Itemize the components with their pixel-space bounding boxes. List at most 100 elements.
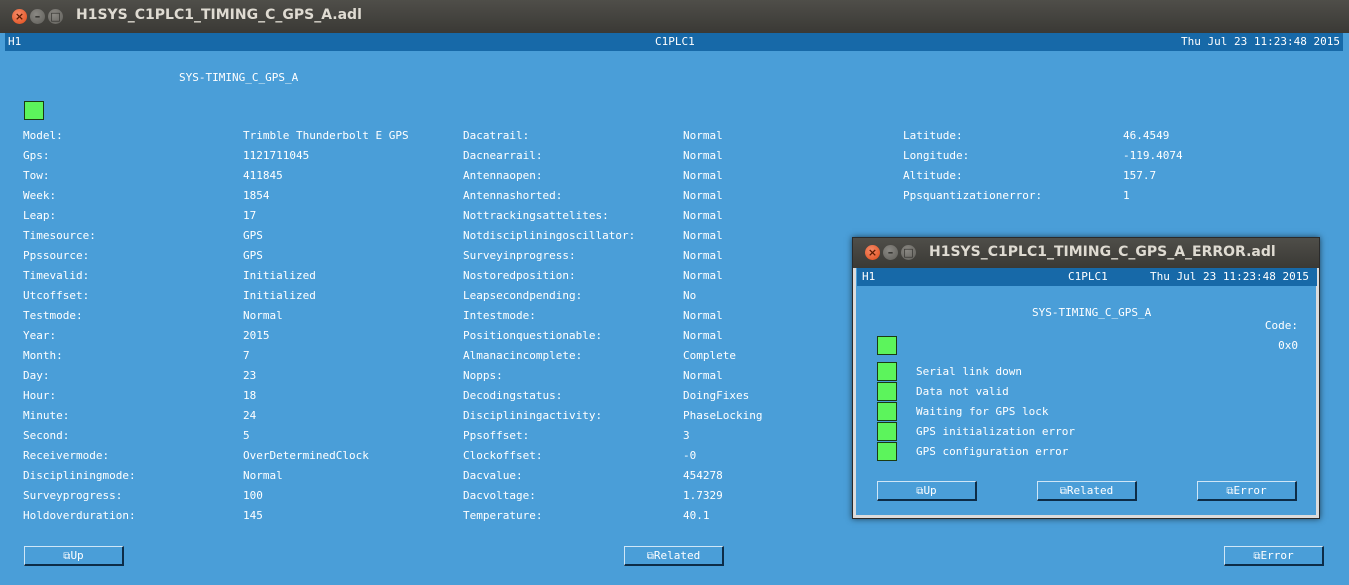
- window-title: H1SYS_C1PLC1_TIMING_C_GPS_A.adl: [76, 7, 362, 23]
- minimize-icon[interactable]: –: [883, 245, 898, 260]
- field-label: Notdiscipliningoscillator:: [463, 229, 636, 242]
- up-button[interactable]: ⧉Up: [877, 481, 977, 501]
- header-datetime: Thu Jul 23 11:23:48 2015: [1181, 35, 1340, 48]
- field-value: GPS: [243, 249, 263, 262]
- field-label: Second:: [23, 429, 70, 442]
- error-label: GPS initialization error: [916, 425, 1075, 438]
- field-value: 23: [243, 369, 257, 382]
- field-label: Almanacincomplete:: [463, 349, 583, 362]
- field-label: Discipliningmode:: [23, 469, 136, 482]
- maximize-icon[interactable]: □: [48, 9, 63, 24]
- field-value: 1.7329: [683, 489, 723, 502]
- field-value: 2015: [243, 329, 270, 342]
- field-value: DoingFixes: [683, 389, 750, 402]
- field-value: Normal: [683, 309, 723, 322]
- field-value: PhaseLocking: [683, 409, 763, 422]
- field-value: 7: [243, 349, 250, 362]
- field-label: Nopps:: [463, 369, 503, 382]
- field-value: Normal: [683, 369, 723, 382]
- minimize-icon[interactable]: –: [30, 9, 45, 24]
- up-button[interactable]: ⧉Up: [24, 546, 124, 566]
- related-display-icon: ⧉: [1226, 486, 1234, 497]
- summary-led: [877, 336, 897, 355]
- close-icon[interactable]: ×: [12, 9, 27, 24]
- field-value: Complete: [683, 349, 736, 362]
- header-site: H1: [862, 270, 876, 283]
- field-value: GPS: [243, 229, 263, 242]
- error-button[interactable]: ⧉Error: [1224, 546, 1324, 566]
- field-label: Positionquestionable:: [463, 329, 603, 342]
- field-label: Timevalid:: [23, 269, 90, 282]
- field-value: 3: [683, 429, 690, 442]
- error-led: [877, 362, 897, 381]
- field-label: Ppsquantizationerror:: [903, 189, 1043, 202]
- error-header-bar: H1 C1PLC1 Thu Jul 23 11:23:48 2015: [857, 268, 1317, 286]
- field-value: Normal: [243, 469, 283, 482]
- field-label: Timesource:: [23, 229, 96, 242]
- field-label: Ppssource:: [23, 249, 90, 262]
- field-value: Normal: [683, 329, 723, 342]
- field-label: Holdoverduration:: [23, 509, 136, 522]
- header-datetime: Thu Jul 23 11:23:48 2015: [1150, 270, 1309, 283]
- error-titlebar[interactable]: × – □ H1SYS_C1PLC1_TIMING_C_GPS_A_ERROR.…: [853, 238, 1319, 268]
- field-label: Year:: [23, 329, 57, 342]
- error-screen-title: SYS-TIMING_C_GPS_A: [1032, 306, 1152, 319]
- field-label: Nostoredposition:: [463, 269, 576, 282]
- error-led: [877, 422, 897, 441]
- related-button[interactable]: ⧉Related: [1037, 481, 1137, 501]
- field-label: Day:: [23, 369, 50, 382]
- field-label: Week:: [23, 189, 57, 202]
- error-led: [877, 402, 897, 421]
- main-titlebar[interactable]: × – □ H1SYS_C1PLC1_TIMING_C_GPS_A.adl: [0, 0, 1349, 33]
- field-label: Leapsecondpending:: [463, 289, 583, 302]
- field-label: Minute:: [23, 409, 70, 422]
- field-label: Ppsoffset:: [463, 429, 530, 442]
- field-value: Normal: [683, 269, 723, 282]
- field-value: 17: [243, 209, 257, 222]
- field-label: Intestmode:: [463, 309, 536, 322]
- header-bar: H1 C1PLC1 Thu Jul 23 11:23:48 2015: [5, 33, 1343, 51]
- code-label: Code:: [1264, 319, 1298, 332]
- error-label: Serial link down: [916, 365, 1022, 378]
- field-label: Nottrackingsattelites:: [463, 209, 609, 222]
- field-value: 1: [1123, 189, 1130, 202]
- field-value: 5: [243, 429, 250, 442]
- error-button[interactable]: ⧉Error: [1197, 481, 1297, 501]
- field-label: Hour:: [23, 389, 57, 402]
- field-label: Dacnearrail:: [463, 149, 543, 162]
- header-system: C1PLC1: [655, 35, 695, 48]
- error-window-title: H1SYS_C1PLC1_TIMING_C_GPS_A_ERROR.adl: [929, 244, 1276, 260]
- field-value: Normal: [683, 249, 723, 262]
- field-value: 18: [243, 389, 257, 402]
- status-led: [24, 101, 44, 120]
- field-label: Latitude:: [903, 129, 963, 142]
- field-value: Normal: [683, 209, 723, 222]
- field-label: Discipliningactivity:: [463, 409, 603, 422]
- close-icon[interactable]: ×: [865, 245, 880, 260]
- related-display-icon: ⧉: [646, 551, 654, 562]
- related-button[interactable]: ⧉Related: [624, 546, 724, 566]
- field-label: Tow:: [23, 169, 50, 182]
- code-value: 0x0: [1278, 339, 1298, 352]
- field-label: Dacvalue:: [463, 469, 523, 482]
- field-value: Normal: [683, 149, 723, 162]
- field-value: 1121711045: [243, 149, 310, 162]
- field-label: Month:: [23, 349, 63, 362]
- field-label: Utcoffset:: [23, 289, 90, 302]
- field-label: Dacvoltage:: [463, 489, 536, 502]
- field-label: Leap:: [23, 209, 57, 222]
- field-value: Normal: [683, 229, 723, 242]
- field-value: 40.1: [683, 509, 710, 522]
- error-label: Data not valid: [916, 385, 1009, 398]
- field-value: 145: [243, 509, 263, 522]
- field-label: Antennaopen:: [463, 169, 543, 182]
- screen-title: SYS-TIMING_C_GPS_A: [179, 71, 299, 84]
- field-value: 100: [243, 489, 263, 502]
- error-led: [877, 442, 897, 461]
- error-label: Waiting for GPS lock: [916, 405, 1049, 418]
- maximize-icon[interactable]: □: [901, 245, 916, 260]
- field-value: Normal: [683, 129, 723, 142]
- field-label: Testmode:: [23, 309, 83, 322]
- field-label: Surveyprogress:: [23, 489, 123, 502]
- field-value: 454278: [683, 469, 723, 482]
